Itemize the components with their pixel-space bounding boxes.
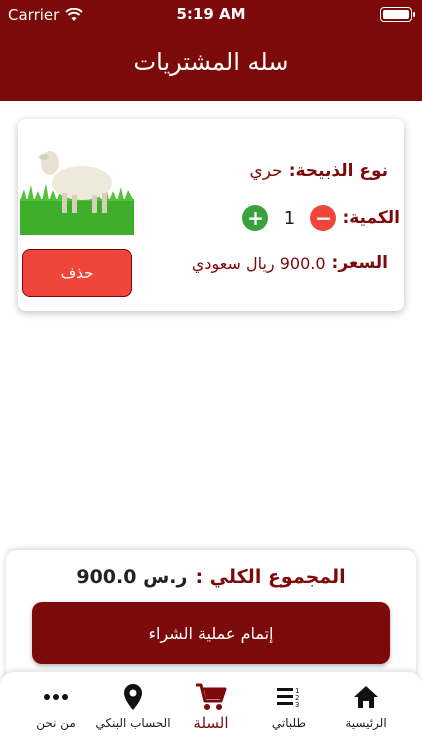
- total-label: المجموع الكلي :: [195, 566, 346, 588]
- app-header: Carrier 5:19 AM سله المشتريات: [0, 0, 422, 101]
- tab-home[interactable]: الرئيسية: [324, 682, 408, 742]
- tab-about-us-label: من نحن: [36, 716, 76, 730]
- more-dots-icon: [44, 694, 68, 700]
- total-row: المجموع الكلي : 900.0 ر.س: [6, 566, 416, 588]
- tab-home-label: الرئيسية: [345, 716, 387, 730]
- cart-item-card: حذف نوع الذبيحة: حري الكمية: + 1 − السعر…: [18, 119, 404, 311]
- order-summary-card: المجموع الكلي : 900.0 ر.س إتمام عملية ال…: [6, 550, 416, 680]
- decrease-quantity-button[interactable]: −: [310, 205, 337, 231]
- svg-text:3: 3: [295, 701, 299, 709]
- tab-orders-label: طلباتي: [271, 716, 307, 730]
- home-icon: [354, 686, 378, 708]
- quantity-stepper: + 1 −: [242, 205, 337, 231]
- page-title: سله المشتريات: [133, 48, 289, 76]
- increase-quantity-button[interactable]: +: [242, 205, 269, 231]
- sheep-image: [20, 141, 134, 235]
- slaughter-type-value: حري: [249, 161, 283, 181]
- tab-orders[interactable]: 1 2 3 طلباتي: [247, 682, 331, 742]
- tab-bank-account[interactable]: الحساب البنكي: [91, 682, 175, 742]
- price-row: السعر: 900.0 ريال سعودي: [192, 253, 388, 273]
- price-value: 900.0 ريال سعودي: [191, 253, 326, 273]
- slaughter-type-label: نوع الذبيحة:: [288, 161, 388, 181]
- tab-cart[interactable]: السلة: [169, 682, 253, 742]
- tab-bank-account-label: الحساب البنكي: [95, 716, 171, 730]
- quantity-label: الكمية:: [342, 208, 400, 228]
- slaughter-type-row: نوع الذبيحة: حري: [250, 161, 389, 181]
- orders-list-icon: 1 2 3: [277, 687, 299, 709]
- tab-cart-label: السلة: [193, 714, 229, 732]
- battery-icon: [380, 7, 415, 22]
- cart-icon: [196, 683, 227, 710]
- status-time: 5:19 AM: [176, 5, 246, 23]
- quantity-row: الكمية: + 1 −: [242, 205, 400, 231]
- quantity-value: 1: [283, 207, 296, 229]
- location-pin-icon: [124, 684, 142, 710]
- total-value: 900.0 ر.س: [76, 566, 188, 588]
- delete-button[interactable]: حذف: [22, 249, 132, 297]
- checkout-button[interactable]: إتمام عملية الشراء: [32, 602, 390, 664]
- tab-about-us[interactable]: من نحن: [14, 682, 98, 742]
- status-bar: Carrier 5:19 AM: [0, 0, 422, 30]
- bottom-tab-bar: الرئيسية 1 2 3 طلباتي السلة الحساب البنك…: [0, 672, 422, 750]
- price-label: السعر:: [331, 253, 388, 273]
